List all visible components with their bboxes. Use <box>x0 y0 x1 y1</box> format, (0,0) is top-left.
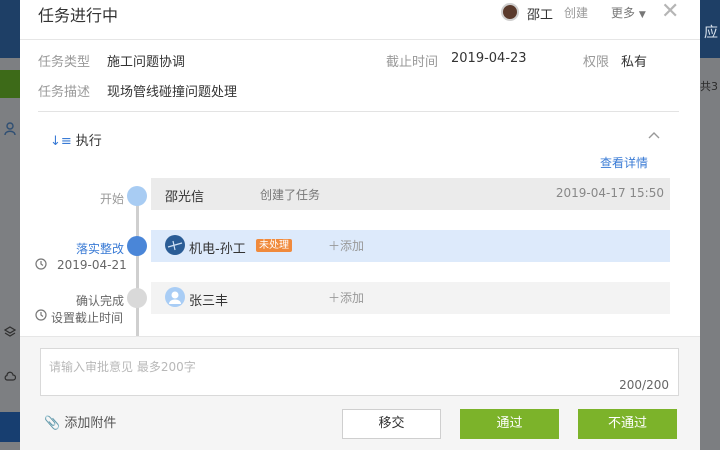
task-type-label: 任务类型 <box>38 55 91 70</box>
row-action: 创建了任务 <box>260 188 321 202</box>
execution-title: 执行 <box>75 134 102 149</box>
step-label-confirm: 确认完成 <box>75 294 124 308</box>
timeline-row: 邵光信 创建了任务 2019-04-17 15:50 <box>151 178 670 210</box>
deadline-value: 2019-04-23 <box>451 51 527 66</box>
approve-button[interactable]: 通过 <box>460 409 559 439</box>
set-deadline-link[interactable]: 设置截止时间 <box>51 309 123 326</box>
background-green-button <box>0 70 20 98</box>
background-right-panel <box>700 58 720 450</box>
step-label-rectify: 落实整改 <box>75 242 124 256</box>
person-avatar <box>165 235 185 255</box>
timeline-row-active: 机电-孙工 未处理 ＋添加 <box>151 230 670 262</box>
clock-icon <box>35 258 47 273</box>
transfer-button[interactable]: 移交 <box>342 409 441 439</box>
modal-footer: 200/200 📎 添加附件 移交 通过 不通过 <box>20 336 700 450</box>
task-type-value: 施工问题协调 <box>107 55 186 70</box>
modal-header: 任务进行中 邵工 创建 更多 ▼ ✕ <box>20 0 700 40</box>
person-avatar <box>165 287 185 307</box>
approval-comment-input[interactable] <box>41 349 678 395</box>
description-label: 任务描述 <box>38 85 91 100</box>
add-label: 添加 <box>340 291 365 305</box>
view-details-link[interactable]: 查看详情 <box>600 154 648 171</box>
permission-value: 私有 <box>621 55 648 70</box>
comment-box: 200/200 <box>40 348 679 396</box>
row-person: 邵光信 <box>165 190 205 205</box>
timeline-line <box>136 196 139 336</box>
deadline-label: 截止时间 <box>386 55 439 70</box>
background-app-title: 应 <box>704 25 718 41</box>
add-attachment-button[interactable]: 📎 添加附件 <box>44 412 116 431</box>
row-time: 2019-04-17 15:50 <box>555 186 664 200</box>
step-label-start: 开始 <box>99 192 124 206</box>
timeline-dot-done <box>127 186 147 206</box>
execution-heading: ↓≡ 执行 <box>50 130 102 149</box>
user-icon <box>4 122 16 139</box>
timeline-row: 张三丰 ＋添加 <box>151 282 670 314</box>
section-divider <box>38 111 679 112</box>
more-label: 更多 <box>611 6 636 20</box>
more-dropdown[interactable]: 更多 ▼ <box>611 4 646 21</box>
row-person: 机电-孙工 <box>189 242 246 257</box>
clock-icon[interactable] <box>35 309 47 324</box>
task-modal: 任务进行中 邵工 创建 更多 ▼ ✕ 任务类型 施工问题协调 截止时间 2019… <box>20 0 700 450</box>
paperclip-icon: 📎 <box>44 416 61 431</box>
background-sidebar <box>0 58 20 450</box>
reject-button[interactable]: 不通过 <box>578 409 677 439</box>
character-counter: 200/200 <box>619 378 669 392</box>
timeline-dot-pending <box>127 288 147 308</box>
status-badge: 未处理 <box>256 239 292 252</box>
add-label: 添加 <box>340 239 365 253</box>
caret-down-icon: ▼ <box>638 10 646 20</box>
modal-title: 任务进行中 <box>38 6 119 25</box>
attach-label: 添加附件 <box>64 416 117 431</box>
chevron-up-icon[interactable] <box>648 128 660 143</box>
sort-icon: ↓≡ <box>50 134 72 149</box>
creator-avatar <box>501 3 519 21</box>
permission-label: 权限 <box>583 55 610 70</box>
creator-action: 创建 <box>564 6 589 20</box>
plus-icon: ＋ <box>328 291 341 305</box>
close-icon[interactable]: ✕ <box>661 0 679 24</box>
plus-icon: ＋ <box>328 239 341 253</box>
cloud-icon <box>4 370 17 384</box>
add-assignee-button[interactable]: ＋添加 <box>328 289 364 306</box>
timeline-dot-active <box>127 236 147 256</box>
background-count: 共3 <box>700 80 718 93</box>
layers-icon <box>3 326 17 341</box>
row-person: 张三丰 <box>189 294 229 309</box>
creator-name: 邵工 <box>527 8 554 23</box>
description-value: 现场管线碰撞问题处理 <box>107 85 238 100</box>
step-date: 2019-04-21 <box>57 258 127 272</box>
background-blue-button <box>0 412 20 442</box>
add-assignee-button[interactable]: ＋添加 <box>328 237 364 254</box>
